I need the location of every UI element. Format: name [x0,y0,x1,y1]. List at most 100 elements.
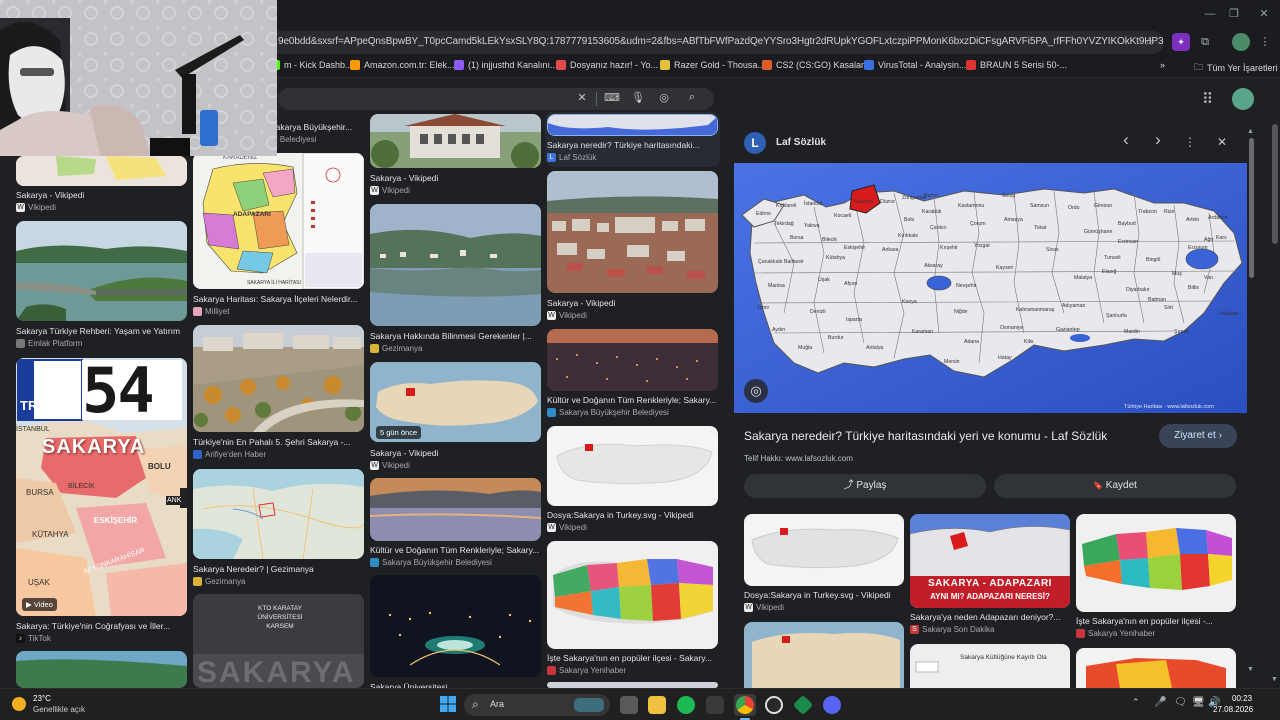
keyboard-icon[interactable]: ⌨ [604,91,620,104]
previous-image-icon[interactable]: ‹ [1116,131,1136,152]
result-image[interactable] [547,426,718,506]
search-box[interactable]: ✕ ⌨ 🎙 ◎ ⌕ [278,88,714,110]
steam-icon[interactable] [765,696,783,714]
bookmark-item[interactable]: m - Kick Dashb... [270,60,353,70]
result-title[interactable]: Sakarya Haritası: Sakarya İlçeleri Neler… [193,294,364,304]
spotify-icon[interactable] [677,696,695,714]
result-image[interactable] [370,478,541,541]
result-title[interactable]: Kültür ve Doğanın Tüm Renkleriyle; Sakar… [547,395,718,405]
site-name[interactable]: Laf Sözlük [776,137,826,148]
app-icon-green[interactable] [792,694,814,716]
result-image[interactable] [16,221,187,321]
bookmark-item[interactable]: CS2 (CS:GO) Kasalar... [762,60,871,70]
result-title[interactable]: Sakarya Hakkında Bilinmesi Gerekenler |.… [370,331,541,341]
account-avatar[interactable] [1232,88,1254,110]
bookmark-item[interactable]: Razer Gold - Thousa... [660,60,765,70]
bookmark-star-icon[interactable]: ☆ [1140,33,1158,51]
result-image[interactable] [547,329,718,391]
related-image[interactable]: SAKARYA - ADAPAZARI AYNI MI? ADAPAZARI N… [910,514,1070,608]
close-window-icon[interactable]: ✕ [1254,4,1274,24]
related-title[interactable]: İşte Sakarya'nın en popüler ilçesi -... [1076,616,1236,626]
result-title[interactable]: Sakarya Türkiye Rehberi: Yaşam ve Yatırı… [16,326,187,336]
close-panel-icon[interactable]: ✕ [1212,132,1232,152]
visit-button[interactable]: Ziyaret et › [1159,424,1237,448]
lens-search-icon[interactable]: ◎ [656,91,672,104]
result-title[interactable]: Sakarya - Vikipedi [547,298,718,308]
profile-avatar[interactable] [1232,33,1250,51]
result-title[interactable]: Sakarya Büyükşehir... [270,122,362,132]
visual-search-icon[interactable]: ◎ [744,379,768,403]
result-image[interactable] [370,204,541,326]
weather-desc[interactable]: Genellikle açık [33,705,85,714]
preview-image[interactable]: Edirne Kırklareli Tekirdağ İstanbul Kocaeli S… [734,163,1247,413]
extensions-puzzle-icon[interactable]: ⧉ [1196,33,1214,51]
next-image-icon[interactable]: › [1148,131,1168,152]
result-title[interactable]: Sakarya - Vikipedi [370,448,541,458]
result-image[interactable] [193,469,364,559]
network-icon[interactable]: 🖥 [1192,697,1205,708]
chrome-icon[interactable] [736,696,754,714]
clock-date[interactable]: 27.08.2026 [1213,705,1253,714]
related-title[interactable]: Sakarya'ya neden Adapazarı deniyor?... [910,612,1070,622]
result-title[interactable]: Kültür ve Doğanın Tüm Renkleriyle; Sakar… [370,545,541,555]
bookmark-item[interactable]: (1) injjusthd Kanalını... [454,60,558,70]
clear-search-icon[interactable]: ✕ [574,91,590,104]
related-image[interactable]: Sakarya Kütlüğüne Kayıtlı Ola [910,644,1070,688]
result-image[interactable]: 5 gün önce [370,362,541,442]
panel-scrollbar[interactable] [1249,138,1254,278]
microphone-icon[interactable]: 🎤 [1154,697,1166,708]
preview-title[interactable]: Sakarya neredeir? Türkiye haritasındaki … [744,429,1139,443]
save-button[interactable]: 🔖 Kaydet [994,474,1236,498]
result-image[interactable] [370,575,541,677]
discord-icon[interactable] [823,696,841,714]
task-view-icon[interactable] [620,696,638,714]
apps-grid-icon[interactable]: ⠿ [1202,90,1213,108]
result-image[interactable]: KTO KARATAY ÜNİVERSİTESİ KARSEM SAKARYA [193,594,364,688]
more-options-icon[interactable]: ⋮ [1180,132,1200,152]
related-image[interactable] [744,514,904,586]
bookmark-item[interactable]: VirusTotal - Analysin... [864,60,966,70]
bookmark-item[interactable]: Amazon.com.tr: Elek... [350,60,455,70]
restore-icon[interactable]: ❐ [1224,4,1244,24]
related-image[interactable] [744,622,904,688]
result-title[interactable]: İşte Sakarya'nın en popüler ilçesi - Sak… [547,653,718,663]
windows-start-icon[interactable] [440,696,456,712]
app-icon[interactable] [706,696,724,714]
result-title[interactable]: Sakarya - Vikipedi [16,190,187,200]
result-image[interactable] [547,541,718,649]
result-image[interactable] [370,114,541,168]
url-text[interactable]: 9e0bdd&sxsrf=APpeQnsBpwBY_T0pcCamd5kLEkY… [278,36,1164,47]
bookmarks-overflow-icon[interactable]: » [1160,60,1165,70]
tray-overflow-icon[interactable]: ⌃ [1132,697,1140,708]
page-scrollbar[interactable] [1272,124,1278,244]
page-scroll-down-icon[interactable]: ▼ [1271,676,1278,683]
all-bookmarks-folder[interactable]: 🗀 Tüm Yer İşaretleri [1194,60,1278,76]
clock-time[interactable]: 00:23 [1232,694,1252,703]
file-explorer-icon[interactable] [648,696,666,714]
result-image[interactable] [547,171,718,293]
related-title[interactable]: Dosya:Sakarya in Turkey.svg - Vikipedi [744,590,904,600]
bookmark-item[interactable]: BRAUN 5 Serisi 50-... [966,60,1067,70]
taskbar-search[interactable]: ⌕ Ara [464,694,610,716]
share-button[interactable]: ⤴ Paylaş [744,474,986,498]
menu-dots-icon[interactable]: ⋮ [1256,33,1274,51]
voice-search-icon[interactable]: 🎙 [630,91,646,104]
result-title[interactable]: Dosya:Sakarya in Turkey.svg - Vikipedi [547,510,718,520]
address-bar[interactable]: 9e0bdd&sxsrf=APpeQnsBpwBY_T0pcCamd5kLEkY… [268,31,1164,54]
scroll-down-icon[interactable]: ▼ [1247,666,1254,673]
result-image[interactable] [16,651,187,688]
result-title[interactable]: Sakarya - Vikipedi [370,173,541,183]
weather-icon[interactable] [12,697,26,711]
bookmark-item[interactable]: Dosyanız hazır! - Yo... [556,60,658,70]
result-title[interactable]: Türkiye'nin En Pahalı 5. Şehri Sakarya -… [193,437,364,447]
result-image[interactable] [16,156,187,186]
minimize-icon[interactable]: — [1200,4,1220,24]
result-title[interactable]: Sakarya Neredeir? | Gezimanya [193,564,364,574]
weather-temp[interactable]: 23°C [33,694,51,703]
search-submit-icon[interactable]: ⌕ [684,91,700,104]
result-image[interactable] [193,325,364,432]
result-title[interactable]: Sakarya: Türkiye'nin Coğrafyası ve İller… [16,621,187,631]
result-image[interactable]: KARADENİZ ADAPAZARI SAKARYA İLİ HARİTASI [193,153,364,289]
related-image[interactable] [1076,648,1236,688]
result-image[interactable]: TR 54 SAKARYA İSTANBUL BOLU BURSA BİLECİ… [16,358,187,616]
